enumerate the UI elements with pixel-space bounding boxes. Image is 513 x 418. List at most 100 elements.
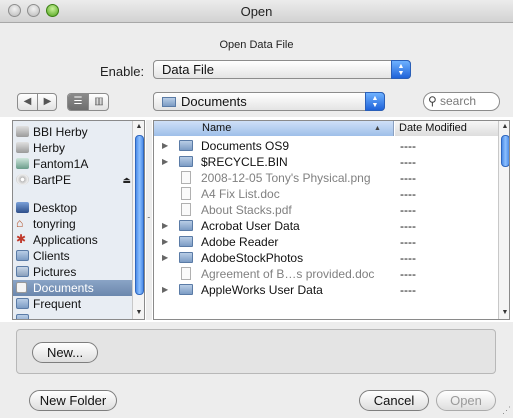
column-header-name[interactable]: Name ▲ [154,121,394,136]
pictures-icon [16,266,29,277]
accessory-panel: Open Data File Enable: Data File ▲ ▼ [0,23,513,88]
home-icon: ⌂ [16,216,24,230]
file-date: ---- [400,251,416,265]
file-list-scrollbar[interactable]: ▲ ▼ [498,121,509,319]
search-placeholder: search [440,94,477,108]
sidebar-item-pictures[interactable]: Pictures [13,264,133,280]
sidebar-item-clients[interactable]: Clients [13,248,133,264]
sidebar-item-label: Clients [33,249,70,263]
drive-icon [16,126,29,137]
sidebar-scrollbar[interactable]: ▲ ▼ [132,121,144,319]
sidebar-item-label: tonyring [33,217,76,231]
eject-icon[interactable]: ⏏ [122,172,131,188]
disclosure-triangle-icon[interactable]: ▶ [162,282,168,298]
file-row[interactable]: ▶ $RECYCLE.BIN ---- [154,154,499,170]
applications-icon: ✱ [16,232,27,246]
sidebar-item-label: Desktop [33,201,78,215]
folder-icon [16,250,29,261]
file-name: Documents OS9 [201,139,290,153]
column-header-name-label: Name [202,122,232,134]
scroll-down-arrow-icon[interactable]: ▼ [499,307,509,319]
back-forward-control: ◀ ▶ [17,93,57,111]
disclosure-triangle-icon[interactable]: ▶ [162,218,168,234]
sidebar-item-label: Pictures [33,265,77,279]
location-popup[interactable]: Documents ▲ ▼ [153,92,385,111]
cancel-button[interactable]: Cancel [359,390,429,411]
view-mode-control: ☰ ▥ [67,93,109,111]
sidebar-item-label: Frequent [33,297,82,311]
cd-icon [16,174,29,185]
window-title: Open [240,4,273,19]
document-file-icon [181,267,191,280]
file-row: A4 Fix List.doc ---- [154,186,499,202]
file-row: Agreement of B…s provided.doc ---- [154,266,499,282]
sidebar-item-applications[interactable]: ✱ Applications [13,232,133,248]
file-row: About Stacks.pdf ---- [154,202,499,218]
sidebar-splitter[interactable]: ⁃ [146,120,152,320]
sidebar-item-desktop[interactable]: Desktop [13,200,133,216]
sidebar-item-frequent[interactable]: Frequent [13,296,133,312]
list-view-button[interactable]: ☰ [68,94,88,110]
file-name: 2008-12-05 Tony's Physical.png [201,171,371,185]
disclosure-triangle-icon[interactable]: ▶ [162,234,168,250]
file-date: ---- [400,155,416,169]
search-field[interactable]: ⚲ search [423,92,500,111]
open-button[interactable]: Open [436,390,496,411]
file-name: About Stacks.pdf [201,203,292,217]
resize-grip-icon[interactable]: ⋰ [502,405,511,416]
file-date: ---- [400,187,416,201]
sidebar-item-bbi-herby[interactable]: BBI Herby [13,124,133,140]
file-row[interactable]: ▶ AppleWorks User Data ---- [154,282,499,298]
search-icon: ⚲ [428,94,437,108]
back-button[interactable]: ◀ [18,94,37,110]
folder-icon [16,314,29,319]
location-popup-value: Documents [181,94,247,109]
sidebar-item-cutoff[interactable] [13,312,133,319]
drive-icon [16,142,29,153]
column-header-date-modified[interactable]: Date Modified [395,121,499,136]
file-date: ---- [400,171,416,185]
sidebar-item-tonyring[interactable]: ⌂ tonyring [13,216,133,232]
sidebar-scroll-thumb[interactable] [135,135,144,295]
file-date: ---- [400,203,416,217]
file-list: Name ▲ Date Modified ▶ Documents OS9 ---… [153,120,510,320]
file-row[interactable]: ▶ Documents OS9 ---- [154,138,499,154]
file-name: A4 Fix List.doc [201,187,280,201]
sidebar-item-herby[interactable]: Herby [13,140,133,156]
sidebar-item-label: Herby [33,141,66,155]
pdf-file-icon [181,203,191,216]
column-header-date-label: Date Modified [399,122,467,134]
disclosure-triangle-icon[interactable]: ▶ [162,250,168,266]
column-view-button[interactable]: ▥ [89,94,108,110]
folder-icon [179,252,193,263]
file-list-scroll-thumb[interactable] [501,135,509,167]
file-row[interactable]: ▶ Adobe Reader ---- [154,234,499,250]
file-name: Adobe Reader [201,235,279,249]
sidebar-item-label: BartPE [33,173,72,187]
image-file-icon [181,171,191,184]
sidebar-item-label: Applications [33,233,98,247]
file-name: AdobeStockPhotos [201,251,304,265]
sidebar-item-fantom1a[interactable]: Fantom1A [13,156,133,172]
file-row[interactable]: ▶ AdobeStockPhotos ---- [154,250,499,266]
enable-popup[interactable]: Data File ▲ ▼ [153,60,411,79]
scroll-down-arrow-icon[interactable]: ▼ [133,307,144,319]
new-button[interactable]: New... [32,342,98,363]
scroll-up-arrow-icon[interactable]: ▲ [133,121,144,133]
popup-arrows-icon: ▲ ▼ [391,60,411,79]
file-row[interactable]: ▶ Acrobat User Data ---- [154,218,499,234]
sidebar-item-bartpe[interactable]: BartPE ⏏ [13,172,133,188]
forward-button[interactable]: ▶ [38,94,56,110]
scroll-up-arrow-icon[interactable]: ▲ [499,121,509,133]
sidebar-item-label: Fantom1A [33,157,89,171]
file-date: ---- [400,219,416,233]
sidebar-item-label: Documents [33,281,94,295]
sidebar-item-documents[interactable]: Documents [13,280,133,296]
folder-icon [179,284,193,295]
disclosure-triangle-icon[interactable]: ▶ [162,154,168,170]
disclosure-triangle-icon[interactable]: ▶ [162,138,168,154]
new-folder-button[interactable]: New Folder [29,390,117,411]
folder-icon [179,140,193,151]
document-file-icon [181,187,191,200]
folder-icon [179,156,193,167]
